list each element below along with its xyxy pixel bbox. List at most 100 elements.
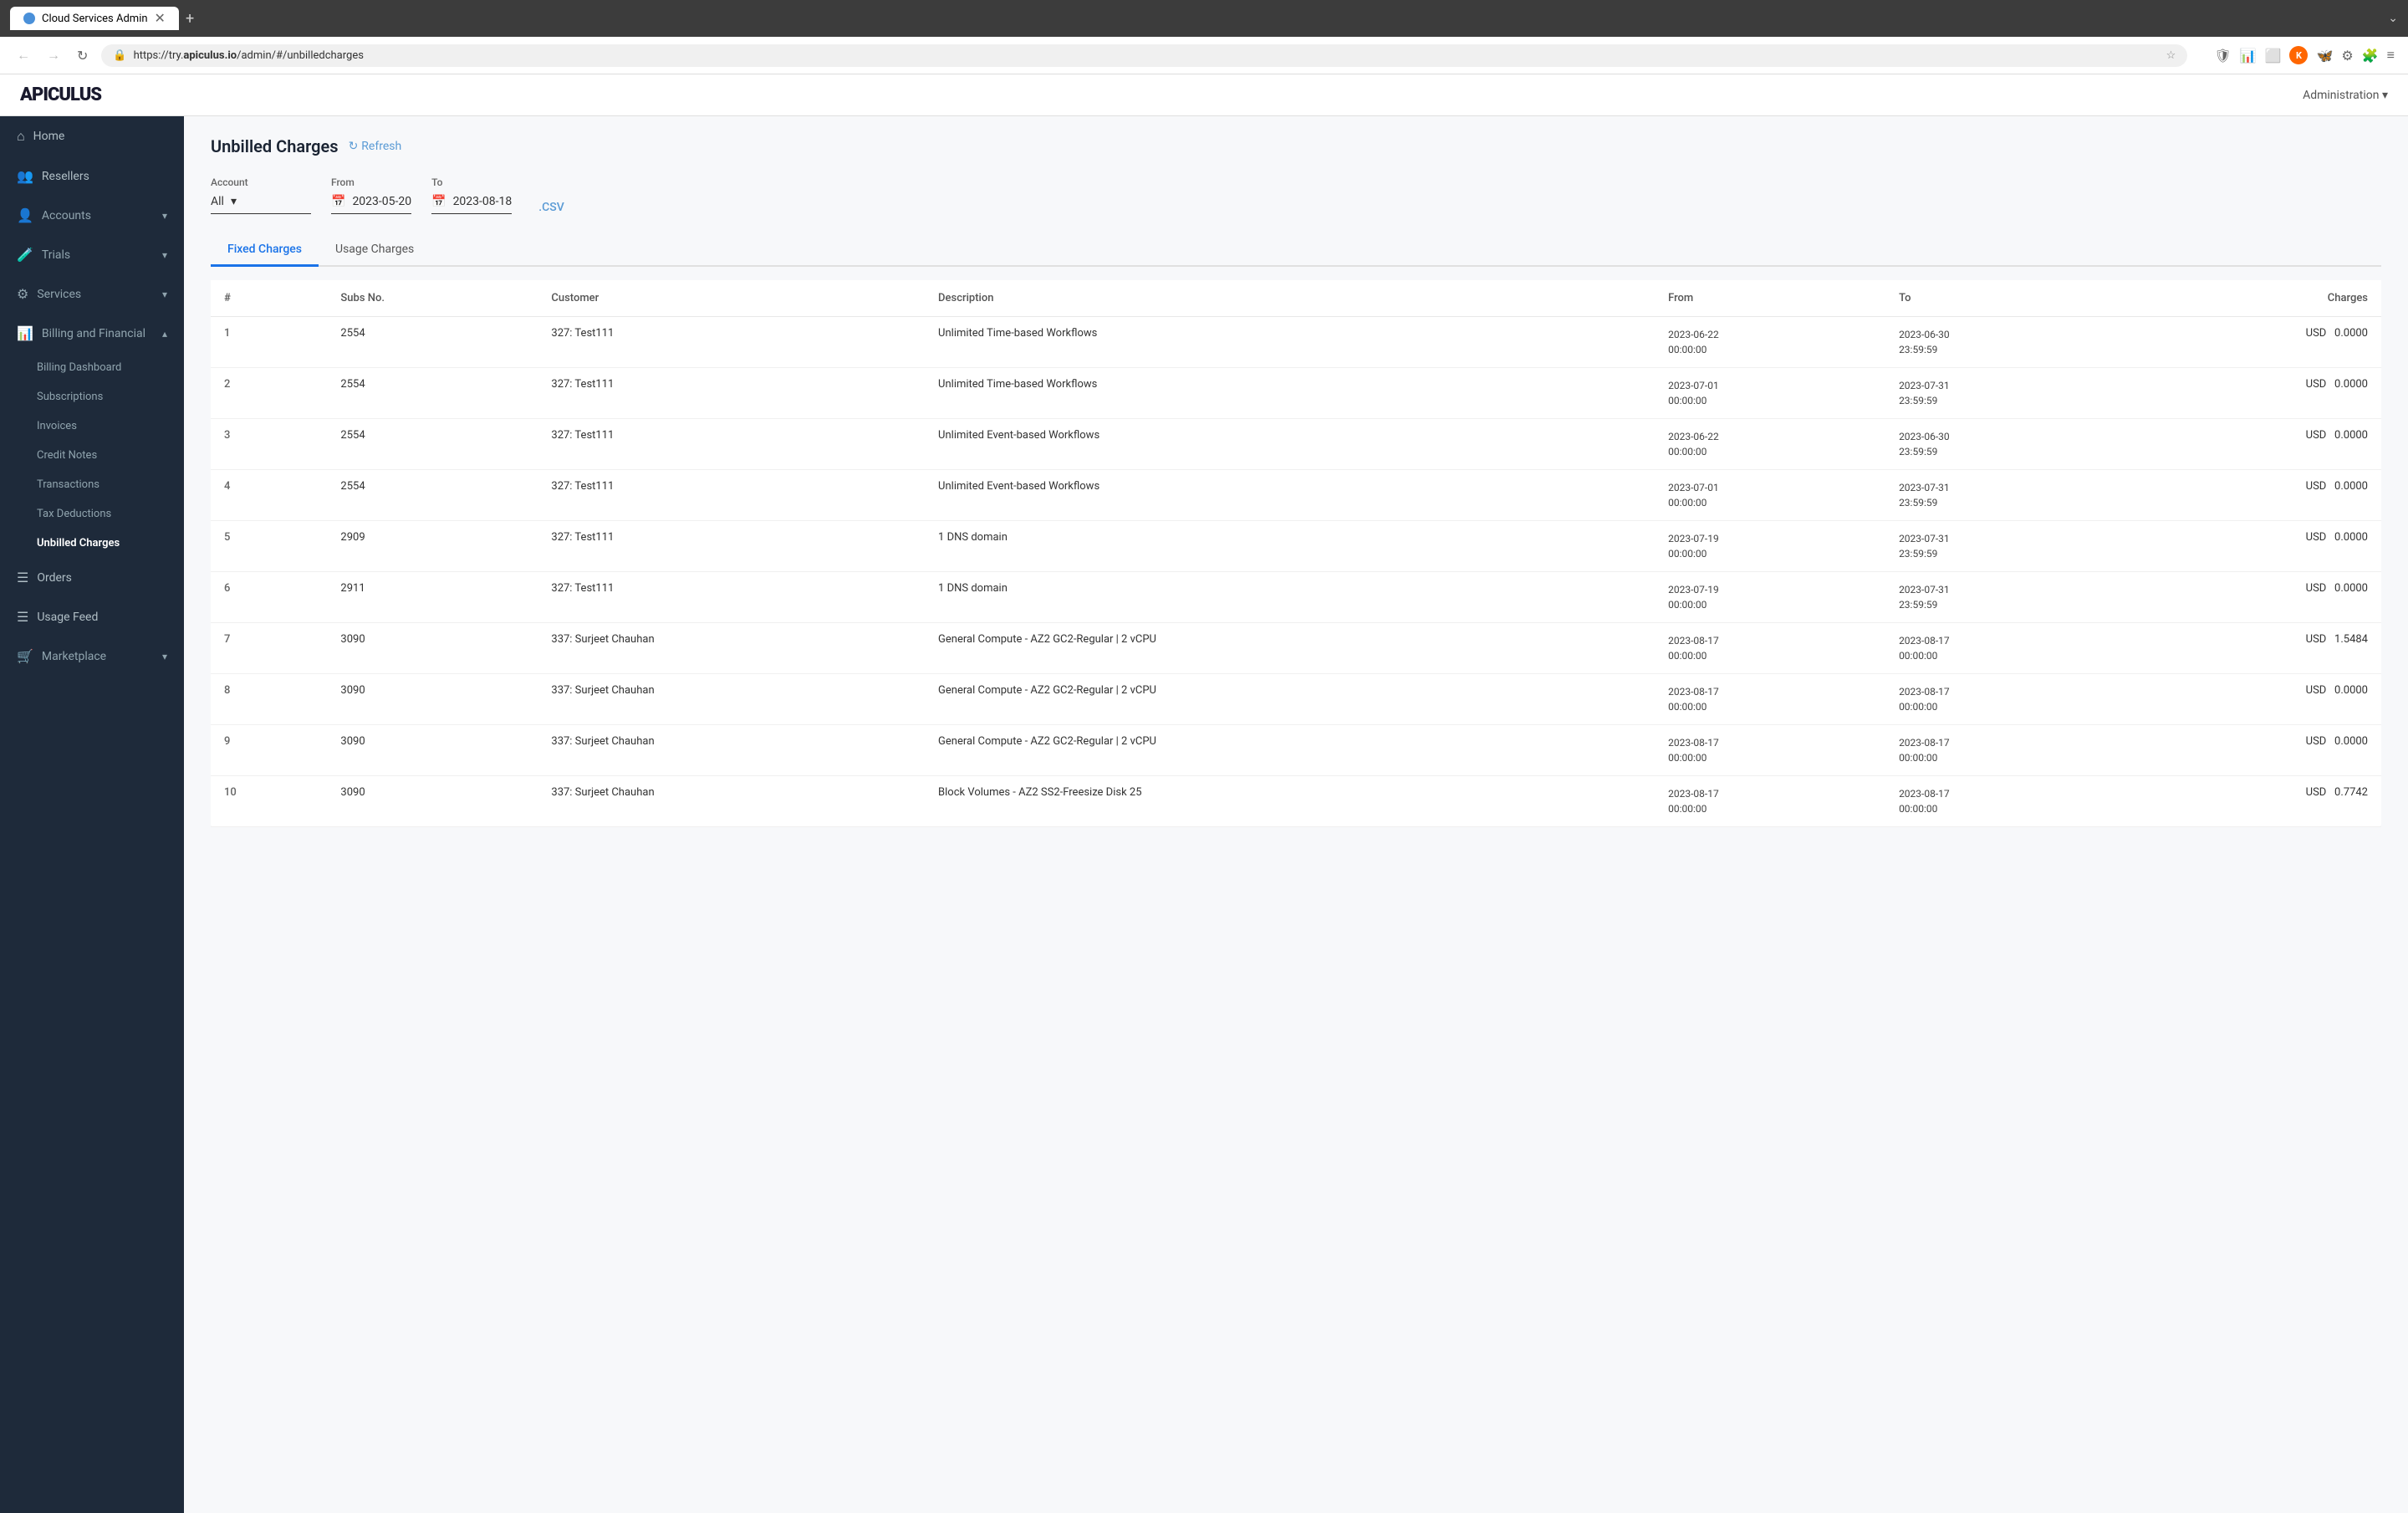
sidebar-item-transactions[interactable]: Transactions [0,470,184,499]
cell-charges: USD 0.0000 [2116,368,2381,419]
settings-icon[interactable]: ⚙ [2341,48,2353,64]
cell-currency: USD [2306,582,2332,595]
sidebar-item-tax-deductions[interactable]: Tax Deductions [0,499,184,529]
cell-amount: 1.5484 [2334,633,2368,646]
table-row: 7 3090 337: Surjeet Chauhan General Comp… [211,623,2381,674]
cell-description: Unlimited Time-based Workflows [925,317,1655,368]
charges-table: # Subs No. Customer Description From To … [211,280,2381,827]
cell-customer: 327: Test111 [538,368,925,419]
table-row: 1 2554 327: Test111 Unlimited Time-based… [211,317,2381,368]
butterfly-icon[interactable]: 🦋 [2316,48,2333,64]
cell-subs: 3090 [327,776,538,827]
col-charges: Charges [2116,280,2381,317]
col-subs: Subs No. [327,280,538,317]
cell-description: General Compute - AZ2 GC2-Regular | 2 vC… [925,623,1655,674]
account-select[interactable]: All ▾ [211,192,311,214]
cell-currency: USD [2306,531,2332,544]
cell-customer: 337: Surjeet Chauhan [538,776,925,827]
sidebar-label-billing-financial: Billing and Financial [42,327,145,340]
new-tab-btn[interactable]: + [186,10,194,28]
sidebar-label-services: Services [37,288,81,301]
cell-amount: 0.0000 [2334,582,2368,595]
sidebar-item-subscriptions[interactable]: Subscriptions [0,382,184,411]
tab-fixed-charges[interactable]: Fixed Charges [211,234,319,267]
forward-btn[interactable]: → [43,43,64,67]
refresh-btn[interactable]: ↻ Refresh [349,140,402,153]
back-btn[interactable]: ← [13,43,33,67]
account-filter: Account All ▾ [211,176,311,214]
to-date-value: 2023-08-18 [453,195,513,208]
url-bar[interactable]: 🔒 https://try.apiculus.io/admin/#/unbill… [101,44,2187,67]
pip-icon[interactable]: ⬜ [2265,48,2282,64]
app-wrapper: APICULUS Administration ▾ ⌂ Home 👥 Resel… [0,74,2408,1513]
cell-charges: USD 0.0000 [2116,572,2381,623]
tab-usage-charges[interactable]: Usage Charges [319,234,431,267]
subscriptions-label: Subscriptions [37,391,103,403]
from-date-value: 2023-05-20 [352,195,411,208]
tab-favicon [23,13,35,24]
trials-arrow-icon: ▾ [162,249,167,261]
cell-charges: USD 0.0000 [2116,419,2381,470]
cell-charges: USD 1.5484 [2116,623,2381,674]
cell-to: 2023-07-31 23:59:59 [1885,368,2116,419]
cell-num: 10 [211,776,327,827]
from-date-input[interactable]: 📅 2023-05-20 [331,192,411,214]
star-icon[interactable]: ☆ [2166,49,2176,62]
sidebar-item-billing-financial[interactable]: 📊 Billing and Financial ▴ [0,314,184,353]
refresh-icon: ↻ [349,140,359,153]
reload-btn[interactable]: ↻ [74,44,91,67]
cell-subs: 3090 [327,674,538,725]
cell-customer: 327: Test111 [538,470,925,521]
cell-description: Block Volumes - AZ2 SS2-Freesize Disk 25 [925,776,1655,827]
cell-from: 2023-06-22 00:00:00 [1655,419,1885,470]
cell-amount: 0.0000 [2334,429,2368,442]
cell-from: 2023-08-17 00:00:00 [1655,674,1885,725]
sidebar-item-invoices[interactable]: Invoices [0,411,184,441]
sidebar-item-services[interactable]: ⚙ Services ▾ [0,274,184,314]
tab-close-btn[interactable]: ✕ [155,12,166,25]
cell-amount: 0.0000 [2334,480,2368,493]
sidebar-item-usage-feed[interactable]: ☰ Usage Feed [0,597,184,636]
billing-dashboard-label: Billing Dashboard [37,361,121,374]
cell-to: 2023-06-30 23:59:59 [1885,317,2116,368]
stats-icon[interactable]: 📊 [2240,48,2257,64]
csv-export-btn[interactable]: .CSV [538,201,564,214]
sidebar-item-accounts[interactable]: 👤 Accounts ▾ [0,196,184,235]
col-to: To [1885,280,2116,317]
home-icon: ⌂ [17,128,25,145]
resellers-icon: 👥 [17,168,33,184]
cell-from: 2023-07-01 00:00:00 [1655,470,1885,521]
cell-to: 2023-07-31 23:59:59 [1885,572,2116,623]
cell-charges: USD 0.0000 [2116,470,2381,521]
user-avatar[interactable]: K [2289,46,2308,64]
lock-icon: 🔒 [113,49,126,62]
cell-from: 2023-06-22 00:00:00 [1655,317,1885,368]
cell-charges: USD 0.0000 [2116,317,2381,368]
cell-amount: 0.0000 [2334,735,2368,748]
to-date-input[interactable]: 📅 2023-08-18 [431,192,512,214]
cell-customer: 337: Surjeet Chauhan [538,674,925,725]
extensions-icon[interactable]: 🧩 [2362,48,2379,64]
cell-subs: 2909 [327,521,538,572]
sidebar-item-marketplace[interactable]: 🛒 Marketplace ▾ [0,636,184,676]
from-filter: From 📅 2023-05-20 [331,176,411,214]
services-arrow-icon: ▾ [162,289,167,300]
cell-customer: 337: Surjeet Chauhan [538,725,925,776]
menu-icon[interactable]: ≡ [2387,47,2395,64]
sidebar-item-unbilled-charges[interactable]: Unbilled Charges [0,529,184,558]
transactions-label: Transactions [37,478,99,491]
browser-tab[interactable]: Cloud Services Admin ✕ [10,7,179,30]
sidebar-item-billing-dashboard[interactable]: Billing Dashboard [0,353,184,382]
sidebar-item-orders[interactable]: ☰ Orders [0,558,184,597]
cell-subs: 2554 [327,317,538,368]
sidebar-item-resellers[interactable]: 👥 Resellers [0,156,184,196]
admin-menu-btn[interactable]: Administration ▾ [2303,89,2388,102]
charge-tabs: Fixed Charges Usage Charges [211,234,2381,267]
shield-icon[interactable]: 🛡 [2214,48,2231,64]
sidebar-item-credit-notes[interactable]: Credit Notes [0,441,184,470]
cell-from: 2023-08-17 00:00:00 [1655,725,1885,776]
cell-num: 3 [211,419,327,470]
sidebar-item-home[interactable]: ⌂ Home [0,116,184,156]
tab-list-chevron[interactable]: ⌄ [2388,12,2398,25]
sidebar-item-trials[interactable]: 🧪 Trials ▾ [0,235,184,274]
